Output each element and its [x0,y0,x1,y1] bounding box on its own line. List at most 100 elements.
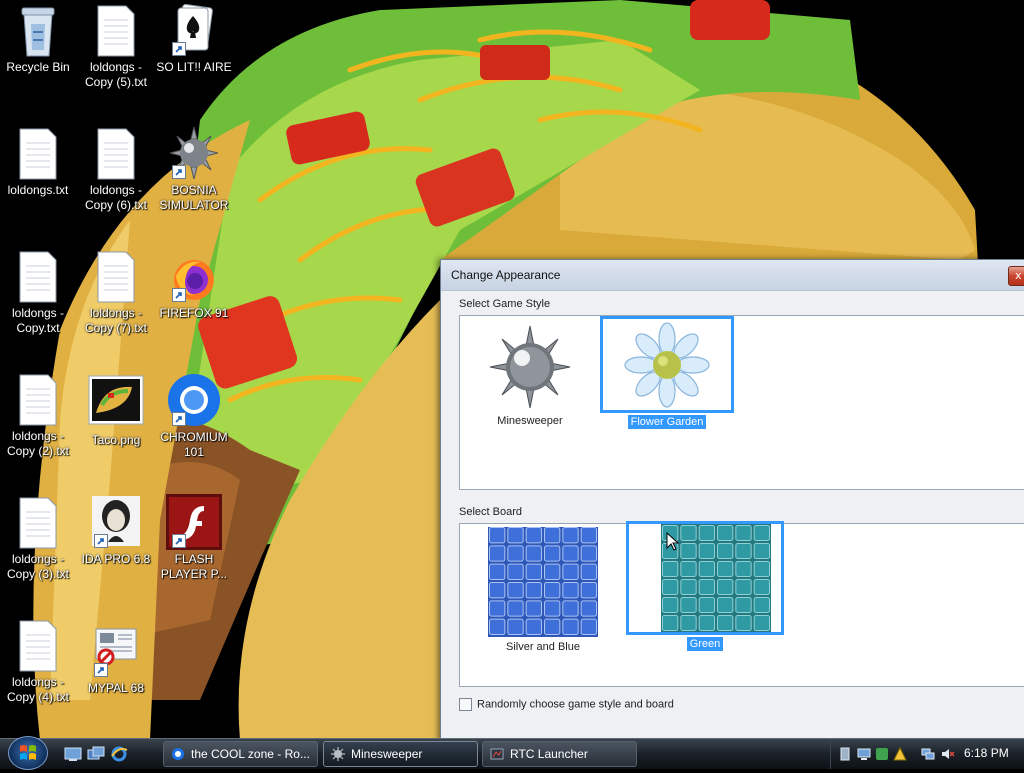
desktop-icon-label: loldongs - Copy (3).txt [6,552,69,581]
desktop-icon-bosnia-simulator[interactable]: BOSNIA SIMULATOR [156,125,232,213]
style-option-label: Minesweeper [497,415,563,427]
flash-icon [166,494,222,550]
board-tile [698,579,716,595]
desktop-icon-loldongs[interactable]: loldongs.txt [0,125,76,198]
desktop-icon-mypal[interactable]: MYPAL 68 [78,623,154,696]
desktop-icon-label: Recycle Bin [6,60,70,74]
shortcut-arrow-icon [94,534,108,548]
device-icon[interactable] [839,747,853,761]
board-tile [753,579,770,595]
desktop-icon-firefox[interactable]: FIREFOX 91 [156,256,232,321]
board-tile [562,527,579,544]
board-tile [544,618,561,635]
board-tile [544,545,561,562]
dialog-title: Change Appearance [451,268,561,282]
text-file-icon [14,125,62,181]
taskbar-task-cool-zone[interactable]: the COOL zone - Ro... [163,741,318,767]
shortcut-arrow-icon [172,534,186,548]
desktop-icon-label: loldongs - Copy.txt [11,306,65,335]
board-tile [753,597,770,613]
board-tile [717,615,734,631]
style-option-minesweeper[interactable]: Minesweeper [488,322,572,428]
show-desktop-icon[interactable] [64,746,82,762]
desktop-icon-loldongs-copy[interactable]: loldongs - Copy.txt [0,248,76,336]
silver-and-blue-board-icon [488,526,598,638]
board-tile [580,527,597,544]
app-tray-icon[interactable] [875,747,889,761]
board-option-green[interactable]: Green [626,521,784,651]
mine-icon [331,747,345,761]
desktop-icon-loldongs-copy-2[interactable]: loldongs - Copy (2).txt [0,371,76,459]
style-option-label: Flower Garden [627,415,707,429]
board-option-silver-and-blue[interactable]: Silver and Blue [488,526,598,654]
desktop-icon-chromium[interactable]: CHROMIUM 101 [156,372,232,460]
taskbar-task-label: Minesweeper [351,747,423,761]
board-tile [698,597,716,613]
board-tile [662,597,679,613]
board-panel: Silver and Blue Green [459,521,1024,687]
board-tile [680,597,697,613]
taskbar-task-rtc-launcher[interactable]: RTC Launcher [482,741,637,767]
board-tile [735,615,752,631]
board-tile [735,525,752,541]
start-button[interactable] [8,736,48,770]
desktop-icon-label: loldongs - Copy (6).txt [84,183,147,212]
desktop-icon-taco-png[interactable]: Taco.png [78,375,154,448]
board-tile [562,600,579,617]
board-tile [680,579,697,595]
desktop-icon-loldongs-copy-4[interactable]: loldongs - Copy (4).txt [0,617,76,705]
chromium-icon [168,372,220,428]
board-tile [525,582,543,599]
mine-icon [170,125,218,181]
security-warning-icon[interactable] [893,747,907,761]
board-tile [544,600,561,617]
board-tile [489,563,506,581]
desktop-icon-flash-player[interactable]: FLASH PLAYER P... [156,494,232,582]
text-file-icon [14,371,62,427]
desktop-icon-loldongs-copy-7[interactable]: loldongs - Copy (7).txt [78,248,154,336]
internet-explorer-icon[interactable] [110,746,128,762]
cards-icon [170,2,218,58]
board-tile [562,582,579,599]
board-tile [507,582,524,599]
desktop-icon-label: loldongs - Copy (7).txt [84,306,147,335]
board-tile [489,582,506,599]
taskbar-task-label: RTC Launcher [510,747,588,761]
board-tile [544,527,561,544]
desktop-icon-label: loldongs.txt [7,183,69,197]
board-tile [507,545,524,562]
desktop-icon-loldongs-copy-5[interactable]: loldongs - Copy (5).txt [78,2,154,90]
ida-icon [92,494,140,550]
desktop-icon-loldongs-copy-3[interactable]: loldongs - Copy (3).txt [0,494,76,582]
text-file-icon [14,494,62,550]
random-style-checkbox-row[interactable]: Randomly choose game style and board [459,698,674,711]
clock[interactable]: 6:18 PM [964,746,1009,760]
random-style-checkbox[interactable] [459,698,472,711]
switch-windows-icon[interactable] [87,746,105,762]
desktop-icon-ida-pro[interactable]: IDA PRO 6.8 [78,494,154,567]
board-tile [753,525,770,541]
desktop-icon-loldongs-copy-6[interactable]: loldongs - Copy (6).txt [78,125,154,213]
board-tile [753,543,770,559]
desktop-icon-recycle-bin[interactable]: Recycle Bin [0,2,76,75]
shortcut-arrow-icon [172,42,186,56]
close-button[interactable]: x [1008,266,1024,286]
board-tile [489,600,506,617]
style-option-flower-garden[interactable]: Flower Garden [600,316,734,429]
network-icon[interactable] [921,747,935,761]
dialog-titlebar[interactable]: Change Appearance x [441,260,1024,291]
board-tile [544,582,561,599]
display-icon[interactable] [857,747,871,761]
volume-muted-icon[interactable] [941,747,955,761]
desktop-icon-so-lit-aire[interactable]: SO LIT!! AIRE [156,2,232,75]
board-tile [717,561,734,577]
text-file-icon [14,617,62,673]
desktop-icon-label: loldongs - Copy (2).txt [6,429,69,458]
board-tile [717,597,734,613]
random-style-checkbox-label: Randomly choose game style and board [477,698,674,711]
board-tile [698,525,716,541]
board-tile [580,600,597,617]
taskbar-task-minesweeper[interactable]: Minesweeper [323,741,478,767]
board-tile [507,618,524,635]
board-tile [717,525,734,541]
